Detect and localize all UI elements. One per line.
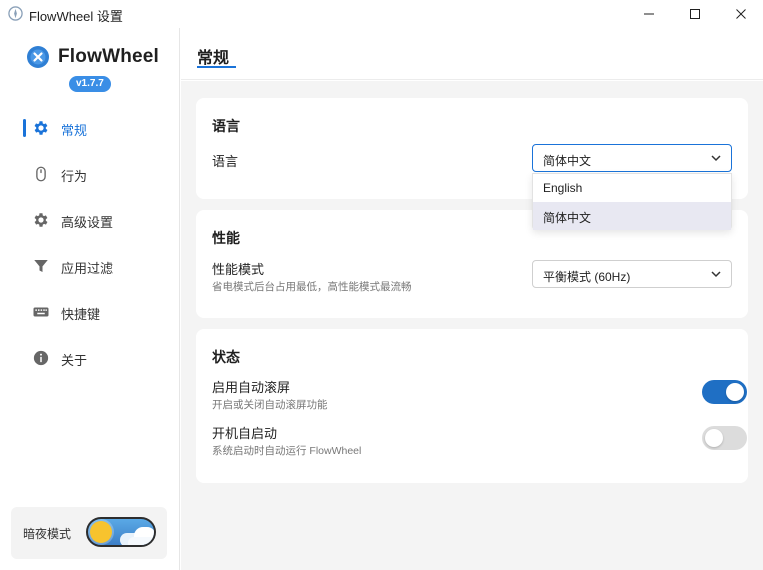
- sidebar-item-label: 常规: [61, 123, 88, 138]
- dark-mode-label: 暗夜模式: [23, 527, 72, 541]
- filter-icon: [31, 256, 51, 276]
- status-card: 状态 启用自动滚屏 开启或关闭自动滚屏功能 开机自启动 系统启动时自动运行 Fl…: [196, 329, 748, 483]
- dropdown-option-english[interactable]: English: [533, 174, 731, 202]
- sidebar-item-shortcuts[interactable]: 快捷键: [0, 297, 180, 327]
- language-label: 语言: [212, 154, 239, 169]
- sidebar-item-label: 高级设置: [61, 215, 114, 230]
- page-title: 常规: [197, 50, 230, 67]
- close-icon: [736, 9, 746, 19]
- maximize-button[interactable]: [672, 0, 718, 28]
- performance-mode-description: 省电模式后台占用最低，高性能模式最流畅: [212, 281, 412, 293]
- page-title-underline: [197, 66, 236, 68]
- auto-scroll-description: 开启或关闭自动滚屏功能: [212, 399, 328, 411]
- dark-mode-toggle[interactable]: [86, 517, 156, 547]
- performance-mode-label: 性能模式: [212, 262, 265, 277]
- dropdown-option-chinese[interactable]: 简体中文: [533, 202, 731, 230]
- autostart-description: 系统启动时自动运行 FlowWheel: [212, 445, 362, 457]
- window-title: FlowWheel 设置: [29, 9, 123, 24]
- info-icon: [31, 348, 51, 368]
- cloud-icon: [128, 537, 154, 545]
- minimize-button[interactable]: [626, 0, 672, 28]
- title-bar: FlowWheel 设置: [0, 0, 763, 28]
- section-title: 状态: [212, 349, 240, 365]
- sidebar-item-label: 行为: [61, 169, 88, 184]
- language-dropdown: English 简体中文: [532, 173, 732, 230]
- autostart-toggle[interactable]: [702, 426, 747, 450]
- minimize-icon: [644, 13, 654, 15]
- brand-name: FlowWheel: [58, 46, 160, 67]
- sidebar-item-general[interactable]: 常规: [0, 113, 180, 143]
- chevron-down-icon: [711, 271, 721, 278]
- sidebar-item-behavior[interactable]: 行为: [0, 159, 180, 189]
- chevron-down-icon: [711, 155, 721, 162]
- performance-select-value: 平衡模式 (60Hz): [543, 270, 631, 284]
- flowwheel-logo-icon: [27, 46, 49, 68]
- toggle-knob: [726, 383, 744, 401]
- maximize-icon: [690, 9, 700, 19]
- sidebar-item-advanced[interactable]: 高级设置: [0, 205, 180, 235]
- performance-mode-select[interactable]: 平衡模式 (60Hz): [532, 260, 732, 288]
- keyboard-icon: [31, 302, 51, 322]
- sidebar-item-label: 关于: [61, 353, 88, 368]
- section-title: 性能: [212, 230, 240, 246]
- dark-mode-panel: 暗夜模式: [11, 507, 167, 559]
- sun-icon: [90, 521, 112, 543]
- language-select-value: 简体中文: [543, 154, 592, 168]
- brand: FlowWheel: [26, 45, 159, 69]
- app-icon: [8, 6, 23, 21]
- content-header: 常规: [181, 28, 763, 80]
- sidebar-item-label: 快捷键: [61, 307, 101, 322]
- toggle-knob: [705, 429, 723, 447]
- dropdown-option-label: 简体中文: [543, 211, 592, 225]
- sidebar-item-about[interactable]: 关于: [0, 343, 180, 373]
- close-button[interactable]: [718, 0, 763, 28]
- active-indicator: [23, 119, 26, 137]
- gear-icon: [31, 210, 51, 230]
- mouse-icon: [31, 164, 51, 184]
- gear-icon: [31, 118, 51, 138]
- language-select[interactable]: 简体中文: [532, 144, 732, 172]
- content-area: 语言 语言 简体中文 性能 性能模式 省电模式后台占用最低，高性能模式最流畅 平…: [181, 81, 763, 570]
- auto-scroll-label: 启用自动滚屏: [212, 380, 291, 395]
- sidebar: FlowWheel v1.7.7 常规 行为 高级设置 应用过滤 快捷键 关于 …: [0, 28, 180, 570]
- version-badge: v1.7.7: [69, 76, 111, 92]
- sidebar-item-app-filter[interactable]: 应用过滤: [0, 251, 180, 281]
- dropdown-option-label: English: [543, 181, 583, 195]
- autostart-label: 开机自启动: [212, 426, 278, 441]
- sidebar-item-label: 应用过滤: [61, 261, 114, 276]
- auto-scroll-toggle[interactable]: [702, 380, 747, 404]
- section-title: 语言: [212, 118, 240, 134]
